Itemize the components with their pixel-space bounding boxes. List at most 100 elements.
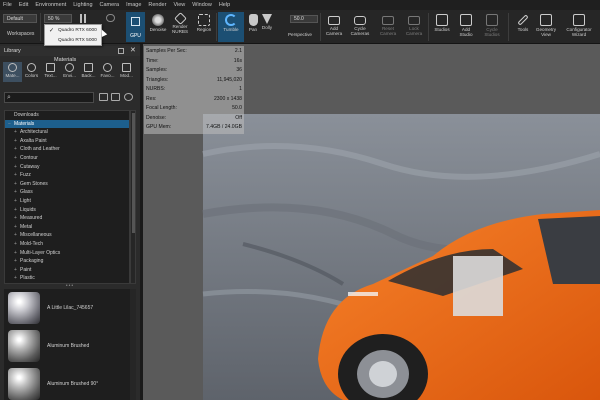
material-swatch-list: A Little Lilac_745657 Aluminum Brushed A… — [4, 289, 130, 400]
tree-item[interactable]: + Multi-Layer Optics — [5, 249, 129, 258]
tree-item[interactable]: + Fuzz — [5, 171, 129, 180]
add-folder-icon[interactable] — [111, 93, 120, 101]
camera-snapshot-icon[interactable] — [106, 14, 115, 22]
stat-value: 7.4GB / 24.0GB — [206, 124, 242, 130]
tree-item[interactable]: + Contour — [5, 154, 129, 163]
library-search-input[interactable]: ⌕ — [4, 92, 94, 103]
list-item[interactable]: Aluminum Brushed — [4, 327, 130, 364]
tree-item[interactable]: + Mold-Tech — [5, 240, 129, 249]
configurator-wizard-label: Configurator Wizard — [566, 27, 592, 38]
list-item[interactable]: A Little Lilac_745657 — [4, 289, 130, 326]
gpu-option-rtx6000[interactable]: ✓ Quadro RTX 6000 — [45, 26, 101, 36]
tab-models[interactable]: Mod... — [117, 62, 136, 82]
cycle-studios-button[interactable]: Cycle Studios — [479, 12, 505, 42]
tree-item[interactable]: + Glass — [5, 188, 129, 197]
tree-item[interactable]: + Packaging — [5, 257, 129, 266]
tree-item[interactable]: − Materials — [5, 119, 129, 129]
tree-item[interactable]: + Gem Stones — [5, 180, 129, 189]
tree-scrollbar[interactable] — [130, 110, 136, 284]
cycle-cameras-button[interactable]: Cycle Cameras — [347, 12, 373, 42]
stat-value: 1 — [239, 86, 242, 92]
folder-icon[interactable] — [99, 93, 108, 101]
reset-camera-button[interactable]: Reset Camera — [375, 12, 401, 42]
tree-item[interactable]: + Measured — [5, 214, 129, 223]
tab-label: Mod... — [120, 73, 133, 78]
tree-item-label: Packaging — [20, 258, 44, 265]
tree-item[interactable]: + Paint — [5, 266, 129, 275]
focal-length-input[interactable]: 50.0 — [290, 15, 318, 23]
menu-environment[interactable]: Environment — [35, 2, 66, 8]
menu-file[interactable]: File — [3, 2, 12, 8]
studios-button[interactable]: Studios — [429, 12, 455, 42]
stat-value: Off — [235, 114, 242, 121]
menu-window[interactable]: Window — [192, 2, 212, 8]
render-nurbs-button[interactable]: Render NURBS — [167, 12, 193, 42]
menu-camera[interactable]: Camera — [100, 2, 120, 8]
tree-item-label: Gem Stones — [20, 180, 48, 187]
pause-render-icon[interactable] — [80, 14, 87, 23]
region-button[interactable]: Region — [191, 12, 217, 42]
tree-item[interactable]: + Architectural — [5, 128, 129, 137]
dolly-button[interactable]: Dolly — [254, 12, 280, 42]
add-camera-button[interactable]: Add Camera — [321, 12, 347, 42]
gpu-button[interactable]: GPU — [126, 12, 145, 42]
tab-label: Envi... — [63, 73, 76, 78]
stat-row: Denoise: Off — [146, 114, 242, 122]
tab-environments[interactable]: Envi... — [60, 62, 79, 82]
tree-item-label: Cloth and Leather — [20, 146, 60, 153]
refresh-icon[interactable] — [124, 93, 133, 101]
tree-item-label: Architectural — [20, 129, 48, 136]
tree-item[interactable]: + Miscellaneous — [5, 231, 129, 240]
tab-label: Back... — [81, 73, 96, 78]
material-thumbnail — [8, 368, 40, 400]
tree-item-label: Plastic — [20, 275, 35, 282]
menu-image[interactable]: Image — [126, 2, 141, 8]
stat-key: Res: — [146, 95, 157, 102]
stat-row: Focal Length: 50.0 — [146, 104, 242, 112]
tree-item[interactable]: + Plastic — [5, 274, 129, 283]
tree-item[interactable]: + Cloth and Leather — [5, 145, 129, 154]
tree-item-label: Fuzz — [20, 172, 31, 179]
render-stats-overlay: Samples Per Sec: 2.1 Time: 16s Samples: 36 Tri… — [144, 46, 244, 134]
tree-item[interactable]: + Axalta Paint — [5, 137, 129, 146]
lock-camera-button[interactable]: Lock Camera — [401, 12, 427, 42]
workspace-select[interactable]: Default — [3, 14, 37, 23]
tab-backplates[interactable]: Back... — [79, 62, 98, 82]
tab-colors[interactable]: Colors — [22, 62, 41, 82]
list-item[interactable]: Aluminum Brushed 90° — [4, 365, 130, 400]
menu-render[interactable]: Render — [148, 2, 166, 8]
geometry-view-button[interactable]: Geometry View — [533, 12, 559, 42]
tree-item[interactable]: + Light — [5, 197, 129, 206]
menu-edit[interactable]: Edit — [19, 2, 28, 8]
tree-item[interactable]: Downloads — [5, 111, 129, 120]
menu-help[interactable]: Help — [219, 2, 230, 8]
swatch-scrollbar[interactable] — [130, 289, 136, 400]
cube-icon — [540, 14, 552, 26]
tree-item-label: Downloads — [14, 112, 39, 118]
menu-view[interactable]: View — [173, 2, 185, 8]
float-panel-icon[interactable] — [118, 48, 124, 54]
tree-item[interactable]: + Metal — [5, 223, 129, 232]
stat-value: 2300 x 1438 — [213, 95, 242, 102]
perspective-button[interactable]: Perspective — [283, 24, 317, 42]
nurbs-icon — [173, 12, 187, 25]
add-studio-button[interactable]: Add Studio — [453, 12, 479, 42]
stat-value: 11,945,020 — [216, 76, 242, 83]
tree-item[interactable]: + Liquids — [5, 206, 129, 215]
menu-lighting[interactable]: Lighting — [73, 2, 92, 8]
gpu-option-rtx5000[interactable]: Quadro RTX 5000 — [45, 36, 101, 46]
camera-cycle-icon — [354, 16, 366, 25]
tab-textures[interactable]: Text... — [41, 62, 60, 82]
stat-key: Samples Per Sec: — [146, 48, 187, 54]
scrollbar-thumb[interactable] — [132, 113, 135, 233]
configurator-wizard-button[interactable]: Configurator Wizard — [562, 12, 596, 42]
stat-key: Denoise: — [146, 114, 167, 121]
tab-favorites[interactable]: Favo... — [98, 62, 117, 82]
tab-materials[interactable]: Mate... — [3, 62, 22, 82]
stat-row: Triangles: 11,945,020 — [146, 76, 242, 84]
tree-item-label: Contour — [20, 155, 38, 161]
close-icon[interactable]: ✕ — [130, 47, 136, 55]
tree-item[interactable]: + Cutaway — [5, 163, 129, 172]
tab-label: Text... — [44, 73, 57, 78]
zoom-select[interactable]: 50 % — [44, 14, 72, 23]
